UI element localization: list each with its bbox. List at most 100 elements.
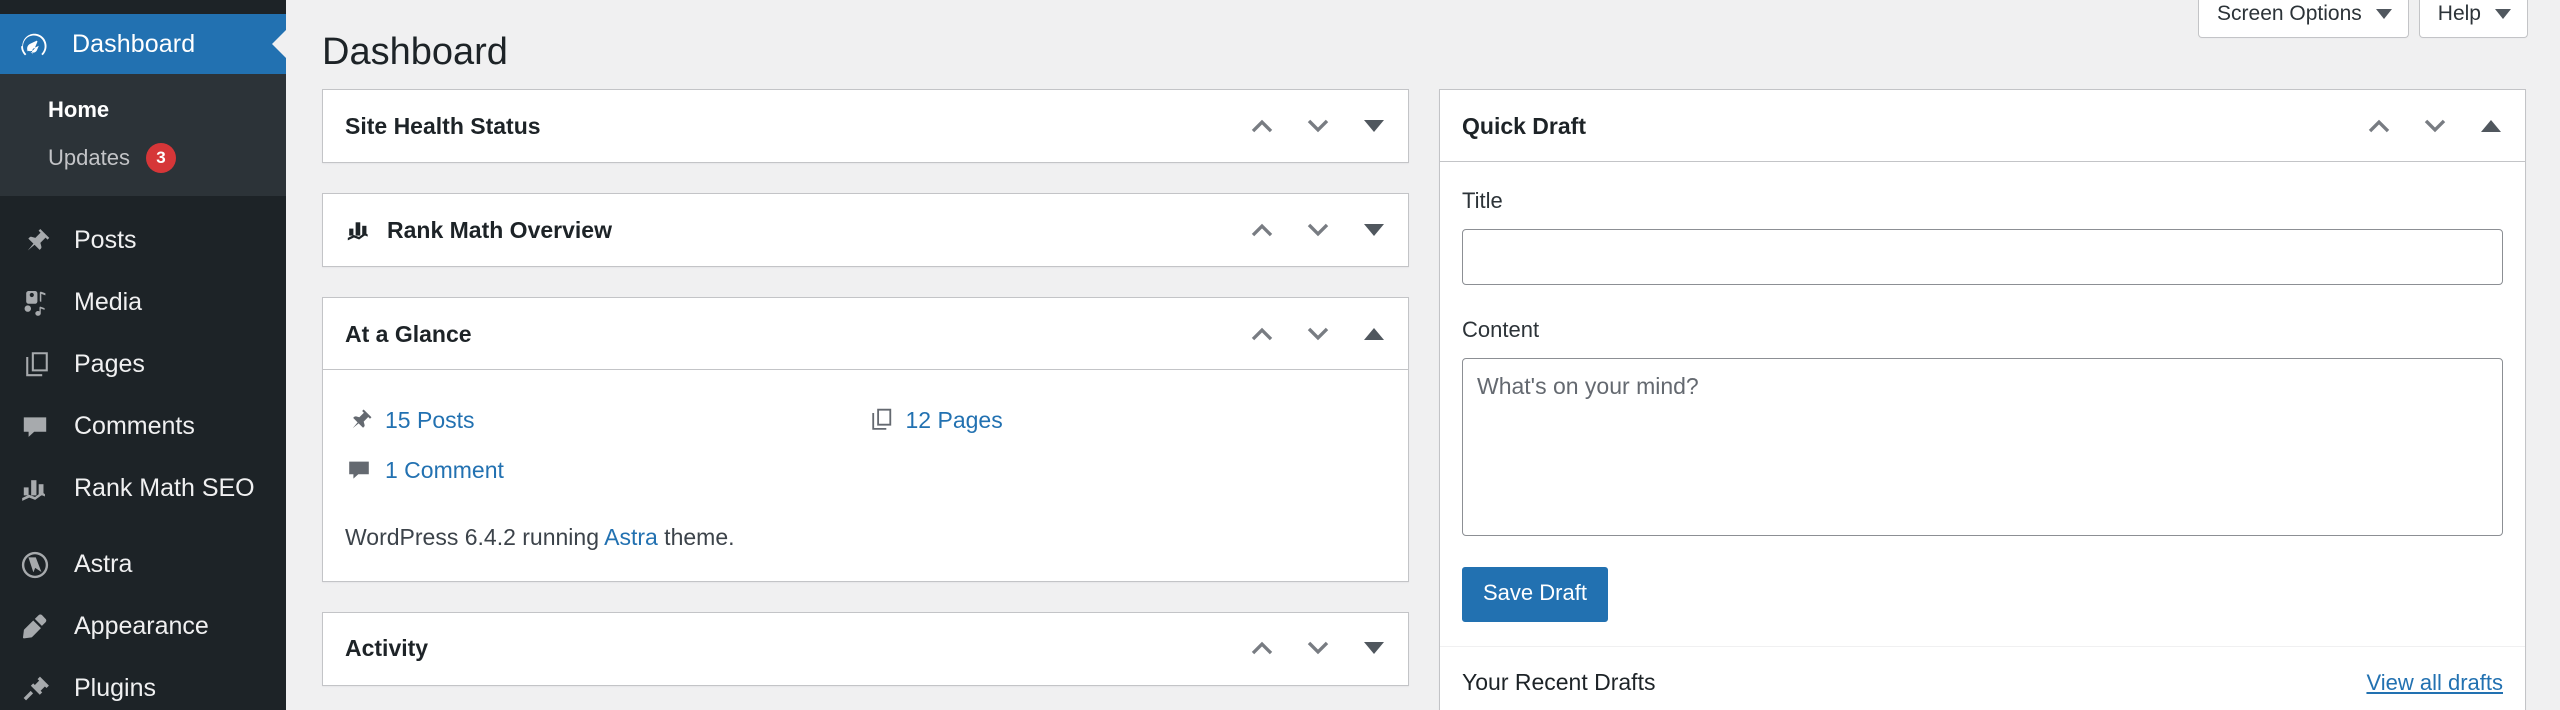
chevron-up-icon: [1251, 327, 1273, 341]
move-down-button[interactable]: [1292, 100, 1344, 152]
view-all-drafts-link[interactable]: View all drafts: [2366, 670, 2503, 696]
sidebar-item-rank-math-seo[interactable]: Rank Math SEO: [0, 458, 286, 520]
panel-body-quick-draft: Title Content Save Draft Your Recent Dra…: [1440, 162, 2525, 710]
sidebar-item-label-astra: Astra: [74, 550, 133, 579]
move-down-button[interactable]: [1292, 204, 1344, 256]
draft-list-item: ContactJanuary 19, 2024: [1462, 696, 2503, 710]
chevron-down-icon: [1307, 327, 1329, 341]
main-content: Screen Options Help Dashboard Site Healt…: [286, 0, 2560, 710]
admin-sidebar: Dashboard Home Updates 3 Posts Media Pag…: [0, 0, 286, 710]
glance-item-posts[interactable]: 15 Posts: [345, 398, 866, 448]
move-up-button[interactable]: [1236, 308, 1288, 360]
dashboard-columns: Site Health Status Rank Math Overview At…: [286, 89, 2560, 710]
quick-draft-content-label: Content: [1462, 317, 1540, 343]
theme-link-astra[interactable]: Astra: [604, 524, 658, 550]
rankmath-icon: [18, 472, 52, 506]
panel-title-rank-math-overview[interactable]: Rank Math Overview: [345, 214, 1236, 246]
sidebar-item-label-dashboard: Dashboard: [72, 29, 196, 58]
sidebar-item-label-media: Media: [74, 288, 143, 317]
panel-body-at-a-glance: 15 Posts 12 Pages 1 Comment WordPress 6.…: [323, 370, 1408, 581]
chevron-up-icon: [1251, 223, 1273, 237]
chevron-down-icon: [1307, 223, 1329, 237]
panel-site-health-status: Site Health Status: [322, 89, 1409, 164]
glance-item-pages[interactable]: 12 Pages: [866, 398, 1387, 448]
toggle-panel-button[interactable]: [1348, 622, 1400, 674]
toggle-panel-button[interactable]: [2465, 100, 2517, 152]
version-prefix: WordPress 6.4.2 running: [345, 524, 605, 551]
quick-draft-title-input[interactable]: [1462, 229, 2503, 286]
glance-link-posts[interactable]: 15 Posts: [385, 407, 475, 434]
pages-icon: [18, 348, 52, 382]
chevron-down-icon: [2495, 8, 2511, 19]
media-icon: [18, 286, 52, 320]
comment-icon: [18, 410, 52, 444]
quick-draft-title-label: Title: [1462, 188, 1503, 214]
sidebar-item-appearance[interactable]: Appearance: [0, 596, 286, 658]
move-down-button[interactable]: [2409, 100, 2461, 152]
triangle-up-icon: [1364, 327, 1384, 340]
sidebar-item-label-comments: Comments: [74, 412, 195, 441]
screen-options-button[interactable]: Screen Options: [2198, 0, 2409, 39]
glance-items: 15 Posts 12 Pages 1 Comment: [345, 392, 1386, 498]
chevron-down-icon: [1307, 119, 1329, 133]
quick-draft-content-textarea[interactable]: [1462, 357, 2503, 536]
recent-drafts-title: Your Recent Drafts: [1462, 668, 1656, 695]
panel-header-site-health-status: Site Health Status: [323, 90, 1408, 162]
toggle-panel-button[interactable]: [1348, 308, 1400, 360]
move-down-button[interactable]: [1292, 622, 1344, 674]
sidebar-item-astra[interactable]: Astra: [0, 534, 286, 596]
submenu-label-updates: Updates: [48, 144, 130, 170]
glance-item-comments[interactable]: 1 Comment: [345, 448, 866, 498]
glance-link-comments[interactable]: 1 Comment: [385, 457, 504, 484]
toggle-panel-button[interactable]: [1348, 204, 1400, 256]
panel-header-at-a-glance: At a Glance: [323, 298, 1408, 371]
sidebar-item-comments[interactable]: Comments: [0, 396, 286, 458]
sidebar-separator-1: [0, 195, 286, 210]
chevron-up-icon: [1251, 642, 1273, 655]
help-button[interactable]: Help: [2418, 0, 2528, 39]
panel-activity: Activity: [322, 611, 1409, 686]
sidebar-item-label-rank-math-seo: Rank Math SEO: [74, 474, 255, 503]
move-up-button[interactable]: [2353, 100, 2405, 152]
panel-title-site-health-status[interactable]: Site Health Status: [345, 110, 1236, 142]
panel-actions-activity: [1236, 622, 1400, 674]
dashboard-submenu: Home Updates 3: [0, 74, 286, 196]
screen-options-label: Screen Options: [2217, 2, 2362, 25]
submenu-item-updates[interactable]: Updates 3: [0, 134, 286, 182]
panel-title-at-a-glance[interactable]: At a Glance: [345, 318, 1236, 350]
toggle-panel-button[interactable]: [1348, 100, 1400, 152]
updates-count-badge: 3: [145, 142, 176, 173]
move-up-button[interactable]: [1236, 204, 1288, 256]
move-down-button[interactable]: [1292, 308, 1344, 360]
panel-rank-math-overview: Rank Math Overview: [322, 193, 1409, 268]
recent-drafts-header: Your Recent Drafts View all drafts: [1462, 647, 2503, 696]
plug-icon: [18, 672, 52, 706]
submenu-label-home: Home: [48, 97, 110, 122]
panel-title-quick-draft[interactable]: Quick Draft: [1462, 110, 2353, 142]
panel-title-label-rank-math-overview: Rank Math Overview: [387, 216, 612, 243]
panel-header-rank-math-overview: Rank Math Overview: [323, 194, 1408, 266]
sidebar-item-media[interactable]: Media: [0, 272, 286, 334]
astra-icon: [18, 548, 52, 582]
sidebar-item-posts[interactable]: Posts: [0, 210, 286, 272]
submenu-item-home[interactable]: Home: [0, 86, 286, 134]
save-draft-button[interactable]: Save Draft: [1462, 566, 1608, 622]
rankmath-icon: [345, 216, 373, 244]
dashboard-column-right: Quick Draft Title Content What's on your…: [1439, 89, 2526, 710]
sidebar-item-label-posts: Posts: [74, 226, 137, 255]
move-up-button[interactable]: [1236, 622, 1288, 674]
move-up-button[interactable]: [1236, 100, 1288, 152]
sidebar-item-dashboard[interactable]: Dashboard: [0, 14, 286, 74]
triangle-down-icon: [1364, 642, 1384, 655]
panel-header-activity: Activity: [323, 613, 1408, 685]
glance-link-pages[interactable]: 12 Pages: [906, 407, 1003, 434]
sidebar-item-plugins[interactable]: Plugins: [0, 658, 286, 710]
sidebar-top-spacer: [0, 0, 286, 14]
panel-title-activity[interactable]: Activity: [345, 632, 1236, 664]
sidebar-item-pages[interactable]: Pages: [0, 334, 286, 396]
sidebar-current-arrow: [272, 30, 286, 58]
pages-icon: [866, 406, 894, 434]
sidebar-item-label-plugins: Plugins: [74, 674, 156, 703]
triangle-up-icon: [2481, 119, 2501, 132]
pin-icon: [18, 224, 52, 258]
